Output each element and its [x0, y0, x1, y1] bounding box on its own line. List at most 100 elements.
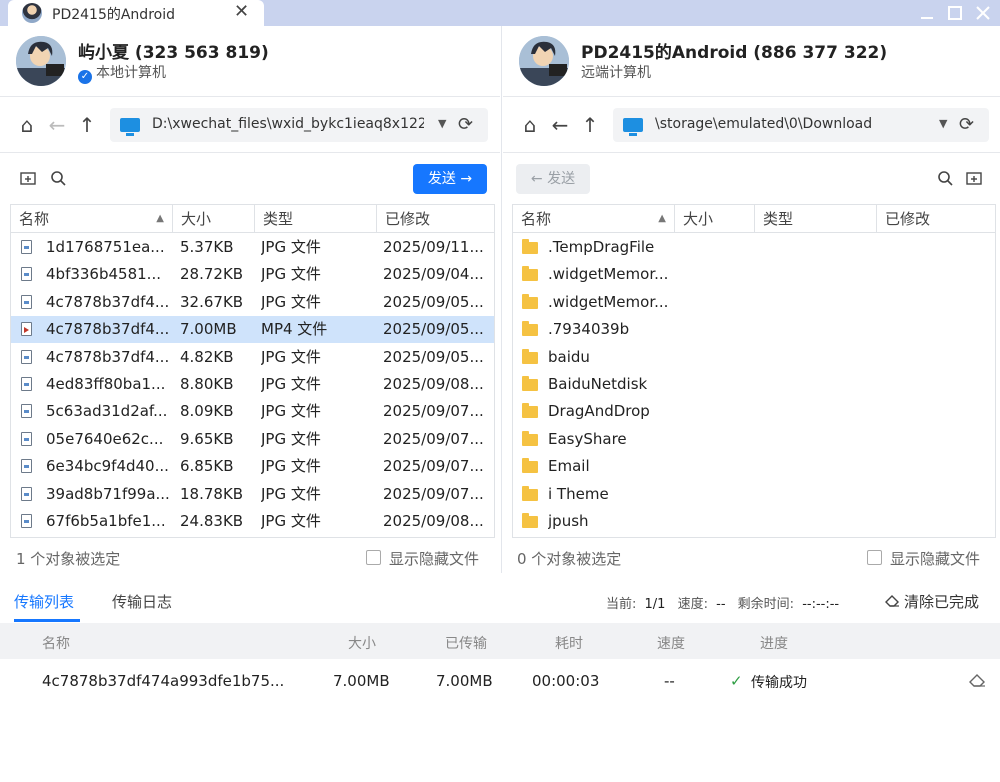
local-path-text: D:\xwechat_files\wxid_bykc1ieaq8x122_: [152, 116, 424, 132]
up-arrow-icon[interactable]: ↑: [76, 114, 98, 136]
table-row[interactable]: DragAndDrop: [513, 398, 995, 425]
path-dropdown-icon[interactable]: ▼: [438, 117, 446, 130]
refresh-icon[interactable]: ⟳: [458, 114, 473, 135]
file-name: 5c63ad31d2af...: [46, 402, 168, 421]
transfer-elapsed: 00:00:03: [532, 672, 600, 690]
send-back-button-label: 发送: [547, 171, 576, 187]
column-header-type[interactable]: 类型: [255, 205, 377, 233]
eraser-icon[interactable]: [968, 672, 986, 692]
minimize-icon[interactable]: [912, 0, 942, 26]
file-size: 8.09KB: [180, 402, 234, 421]
table-row[interactable]: 1d1768751ea... 5.37KB JPG 文件 2025/09/11...: [11, 234, 494, 261]
computer-icon: [120, 118, 140, 136]
file-type: JPG 文件: [261, 347, 321, 366]
table-row[interactable]: 5c63ad31d2af... 8.09KB JPG 文件 2025/09/07...: [11, 398, 494, 425]
folder-icon: [522, 376, 538, 391]
image-file-icon: [21, 349, 32, 364]
column-header-name[interactable]: 名称 ▲: [11, 205, 173, 233]
clear-completed-button[interactable]: 清除已完成: [884, 591, 979, 612]
window-tab[interactable]: PD2415的Android ✕: [8, 0, 264, 26]
arrow-right-icon: →: [460, 171, 473, 187]
transfer-file-name: 4c7878b37df474a993dfe1b75...: [42, 672, 285, 690]
home-icon[interactable]: ⌂: [519, 114, 541, 136]
remote-show-hidden-checkbox[interactable]: [867, 550, 882, 565]
table-row[interactable]: 4c7878b37df4... 7.00MB MP4 文件 2025/09/05...: [11, 316, 494, 344]
home-icon[interactable]: ⌂: [16, 114, 38, 136]
table-row[interactable]: BaiduNetdisk: [513, 371, 995, 398]
local-path-field[interactable]: D:\xwechat_files\wxid_bykc1ieaq8x122_ ▼ …: [110, 108, 488, 142]
send-button[interactable]: 发送 →: [413, 164, 487, 194]
table-row[interactable]: 39ad8b71f99a... 18.78KB JPG 文件 2025/09/07..…: [11, 481, 494, 508]
file-modified: 2025/09/11...: [383, 238, 484, 256]
arrow-left-icon: ←: [530, 171, 543, 187]
table-row[interactable]: 67f6b5a1bfe1... 24.83KB JPG 文件 2025/09/08..…: [11, 508, 494, 535]
remote-user-header: PD2415的Android (886 377 322) 远端计算机: [503, 26, 1000, 96]
nav-separator: [0, 152, 500, 153]
transfer-row[interactable]: 4c7878b37df474a993dfe1b75... 7.00MB 7.00…: [0, 664, 1000, 698]
table-row[interactable]: i Theme: [513, 481, 995, 508]
table-row[interactable]: 4ed83ff80ba1... 8.80KB JPG 文件 2025/09/08...: [11, 371, 494, 398]
file-modified: 2025/09/07...: [383, 457, 484, 476]
image-file-icon: [21, 486, 32, 501]
table-row[interactable]: baidu: [513, 344, 995, 371]
folder-icon: [522, 266, 538, 282]
table-row[interactable]: Email: [513, 453, 995, 480]
transfer-col-elapsed: 耗时: [555, 636, 583, 652]
back-arrow-icon[interactable]: ←: [46, 114, 68, 136]
file-size: 4.82KB: [180, 347, 234, 366]
table-row[interactable]: jpush: [513, 508, 995, 535]
table-row[interactable]: 4bf336b4581... 28.72KB JPG 文件 2025/09/04...: [11, 261, 494, 288]
table-row[interactable]: EasyShare: [513, 426, 995, 453]
column-header-size[interactable]: 大小: [173, 205, 255, 233]
up-arrow-icon[interactable]: ↑: [579, 114, 601, 136]
image-file-icon: [21, 377, 32, 391]
computer-icon: [623, 118, 643, 136]
header-separator: [503, 96, 1000, 97]
column-header-modified[interactable]: 已修改: [877, 205, 995, 233]
table-row[interactable]: .7934039b: [513, 316, 995, 343]
folder-name: i Theme: [548, 484, 609, 503]
clear-completed-label: 清除已完成: [904, 593, 980, 611]
search-icon[interactable]: [49, 170, 67, 188]
search-icon[interactable]: [936, 170, 954, 188]
tab-title: PD2415的Android: [52, 7, 175, 23]
local-selection-status: 1 个对象被选定: [16, 550, 121, 568]
local-user-sub-label: 本地计算机: [96, 65, 166, 81]
tab-close-icon[interactable]: ✕: [234, 1, 249, 22]
send-back-button[interactable]: ← 发送: [516, 164, 590, 194]
window-close-icon[interactable]: [968, 0, 998, 26]
maximize-icon[interactable]: [940, 0, 970, 26]
new-folder-icon[interactable]: [19, 170, 37, 188]
column-header-type[interactable]: 类型: [755, 205, 877, 233]
table-row[interactable]: .widgetMemor...: [513, 261, 995, 288]
table-row[interactable]: 4c7878b37df4... 4.82KB JPG 文件 2025/09/05...: [11, 344, 494, 371]
video-file-icon: [21, 322, 32, 337]
local-show-hidden-checkbox[interactable]: [366, 550, 381, 565]
file-size: 5.37KB: [180, 238, 234, 256]
table-row[interactable]: .widgetMemor...: [513, 289, 995, 316]
transfer-tabs: 传输列表 传输日志 当前: 1/1 速度: -- 剩余时间: --:--:-- …: [0, 588, 1000, 622]
tab-avatar-icon: [22, 3, 42, 23]
path-dropdown-icon[interactable]: ▼: [939, 117, 947, 130]
header-separator: [0, 96, 500, 97]
column-header-size[interactable]: 大小: [675, 205, 755, 233]
file-name: 4c7878b37df4...: [46, 347, 170, 366]
tab-transfer-log[interactable]: 传输日志: [112, 591, 172, 612]
refresh-icon[interactable]: ⟳: [959, 114, 974, 135]
table-row[interactable]: .TempDragFile: [513, 234, 995, 261]
column-header-name[interactable]: 名称 ▲: [513, 205, 675, 233]
file-modified: 2025/09/07...: [383, 484, 484, 503]
speed-label: 速度:: [677, 597, 708, 612]
remote-path-field[interactable]: \storage\emulated\0\Download ▼ ⟳: [613, 108, 989, 142]
folder-icon: [522, 430, 538, 446]
image-file-icon: [21, 459, 32, 474]
column-header-modified[interactable]: 已修改: [377, 205, 494, 233]
tab-transfer-list[interactable]: 传输列表: [14, 591, 74, 612]
remote-selection-status: 0 个对象被选定: [517, 550, 622, 568]
folder-name: .7934039b: [548, 320, 630, 339]
table-row[interactable]: 05e7640e62c... 9.65KB JPG 文件 2025/09/07...: [11, 426, 494, 453]
new-folder-icon[interactable]: [965, 170, 983, 188]
back-arrow-icon[interactable]: ←: [549, 114, 571, 136]
table-row[interactable]: 6e34bc9f4d40... 6.85KB JPG 文件 2025/09/07...: [11, 453, 494, 480]
table-row[interactable]: 4c7878b37df4... 32.67KB JPG 文件 2025/09/05..…: [11, 289, 494, 316]
